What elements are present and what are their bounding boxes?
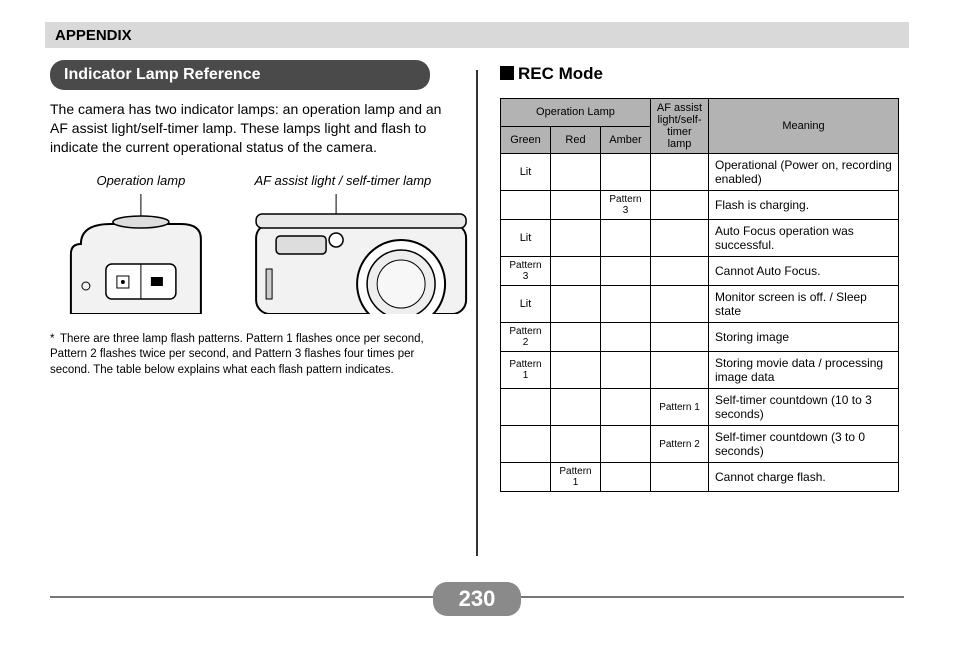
cell-af: [651, 286, 709, 323]
cell-af: [651, 463, 709, 492]
cell-green: Pattern 1: [501, 352, 551, 389]
cell-red: [551, 257, 601, 286]
cell-green: Lit: [501, 154, 551, 191]
cell-af: [651, 154, 709, 191]
camera-front-diagram: [250, 194, 472, 314]
cell-red: [551, 426, 601, 463]
cell-amber: [601, 257, 651, 286]
cell-meaning: Self-timer countdown (3 to 0 seconds): [709, 426, 899, 463]
cell-af: [651, 352, 709, 389]
table-row: Lit Auto Focus operation was successful.: [501, 220, 899, 257]
appendix-label: APPENDIX: [55, 27, 132, 44]
asterisk-icon: *: [50, 332, 60, 348]
cell-af: [651, 191, 709, 220]
left-column: Indicator Lamp Reference The camera has …: [50, 60, 476, 556]
cell-red: [551, 220, 601, 257]
cell-green: Lit: [501, 286, 551, 323]
right-column: REC Mode Operation Lamp AF assist light/…: [478, 60, 904, 556]
cell-meaning: Operational (Power on, recording enabled…: [709, 154, 899, 191]
cell-green: [501, 426, 551, 463]
cell-green: Lit: [501, 220, 551, 257]
th-operation-lamp: Operation Lamp: [501, 99, 651, 127]
cell-meaning: Storing movie data / processing image da…: [709, 352, 899, 389]
square-bullet-icon: [500, 66, 514, 80]
footnote-text: There are three lamp flash patterns. Pat…: [50, 333, 424, 376]
th-green: Green: [501, 126, 551, 154]
appendix-header-bar: APPENDIX: [45, 22, 909, 48]
table-row: Pattern 1Self-timer countdown (10 to 3 s…: [501, 389, 899, 426]
cell-af: Pattern 1: [651, 389, 709, 426]
flash-pattern-footnote: *There are three lamp flash patterns. Pa…: [50, 332, 454, 379]
cell-red: [551, 352, 601, 389]
th-red: Red: [551, 126, 601, 154]
cell-amber: [601, 352, 651, 389]
cell-amber: [601, 286, 651, 323]
cell-green: [501, 389, 551, 426]
page-number: 230: [433, 582, 522, 616]
cell-amber: [601, 426, 651, 463]
table-row: Pattern 1 Cannot charge flash.: [501, 463, 899, 492]
camera-back-diagram: [50, 194, 232, 314]
two-column-layout: Indicator Lamp Reference The camera has …: [50, 60, 904, 556]
cell-amber: [601, 389, 651, 426]
af-assist-lamp-label: AF assist light / self-timer lamp: [232, 173, 454, 188]
cell-amber: [601, 463, 651, 492]
operation-lamp-label: Operation lamp: [50, 173, 232, 188]
cell-green: Pattern 2: [501, 323, 551, 352]
cell-green: [501, 191, 551, 220]
rec-mode-title-text: REC Mode: [518, 64, 603, 83]
cell-red: [551, 323, 601, 352]
page-number-wrap: 230: [0, 582, 954, 616]
cell-af: Pattern 2: [651, 426, 709, 463]
section-title-pill: Indicator Lamp Reference: [50, 60, 430, 90]
cell-af: [651, 323, 709, 352]
table-row: Pattern 1 Storing movie data / processing…: [501, 352, 899, 389]
table-row: Pattern 2 Storing image: [501, 323, 899, 352]
cell-amber: [601, 220, 651, 257]
table-row: Pattern 3 Cannot Auto Focus.: [501, 257, 899, 286]
cell-red: [551, 154, 601, 191]
diagram-labels-row: Operation lamp AF assist light / self-ti…: [50, 173, 454, 188]
table-row: Pattern 2Self-timer countdown (3 to 0 se…: [501, 426, 899, 463]
document-page: APPENDIX Indicator Lamp Reference The ca…: [0, 0, 954, 646]
cell-red: [551, 191, 601, 220]
lamp-table-body: Lit Operational (Power on, recording enab…: [501, 154, 899, 492]
table-row: Pattern 3 Flash is charging.: [501, 191, 899, 220]
cell-meaning: Cannot charge flash.: [709, 463, 899, 492]
cell-meaning: Storing image: [709, 323, 899, 352]
cell-amber: Pattern 3: [601, 191, 651, 220]
cell-meaning: Cannot Auto Focus.: [709, 257, 899, 286]
cell-red: [551, 286, 601, 323]
indicator-lamp-table: Operation Lamp AF assist light/self-time…: [500, 98, 899, 492]
th-amber: Amber: [601, 126, 651, 154]
rec-mode-heading: REC Mode: [500, 64, 904, 84]
cell-meaning: Monitor screen is off. / Sleep state: [709, 286, 899, 323]
cell-amber: [601, 154, 651, 191]
cell-red: Pattern 1: [551, 463, 601, 492]
cell-meaning: Self-timer countdown (10 to 3 seconds): [709, 389, 899, 426]
cell-green: Pattern 3: [501, 257, 551, 286]
cell-meaning: Auto Focus operation was successful.: [709, 220, 899, 257]
cell-green: [501, 463, 551, 492]
th-meaning: Meaning: [709, 99, 899, 154]
cell-af: [651, 220, 709, 257]
table-row: Lit Monitor screen is off. / Sleep state: [501, 286, 899, 323]
camera-diagrams: [50, 194, 454, 314]
th-af-lamp: AF assist light/self-timer lamp: [651, 99, 709, 154]
cell-af: [651, 257, 709, 286]
cell-meaning: Flash is charging.: [709, 191, 899, 220]
table-row: Lit Operational (Power on, recording enab…: [501, 154, 899, 191]
cell-amber: [601, 323, 651, 352]
cell-red: [551, 389, 601, 426]
intro-paragraph: The camera has two indicator lamps: an o…: [50, 100, 454, 157]
